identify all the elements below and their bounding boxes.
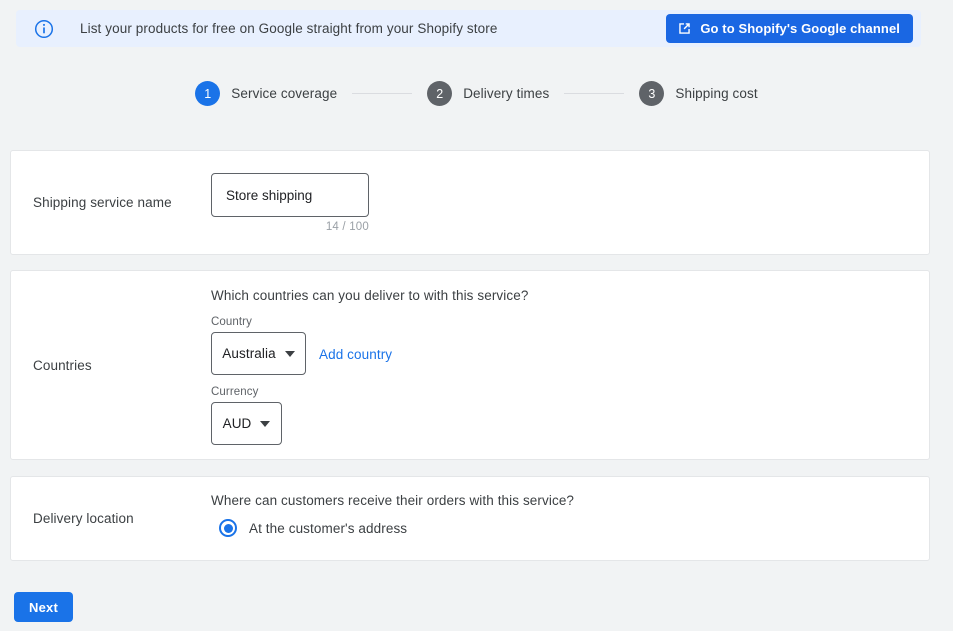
step-connector-1 (352, 93, 413, 94)
currency-field-label: Currency (211, 386, 259, 398)
go-to-shopify-google-channel-label: Go to Shopify's Google channel (700, 21, 900, 36)
currency-select[interactable]: AUD (211, 402, 282, 445)
shipping-service-name-label: Shipping service name (33, 195, 172, 210)
step-3-number: 3 (639, 81, 665, 106)
info-circle-icon (34, 19, 54, 39)
step-shipping-cost[interactable]: 3 Shipping cost (639, 81, 758, 106)
delivery-location-card: Delivery location Where can customers re… (10, 476, 930, 561)
promo-banner-text: List your products for free on Google st… (80, 21, 498, 36)
radio-at-customers-address[interactable] (219, 519, 237, 537)
step-service-coverage[interactable]: 1 Service coverage (195, 81, 337, 106)
step-1-label: Service coverage (231, 86, 338, 101)
step-1-number: 1 (195, 81, 221, 106)
chevron-down-icon (260, 420, 271, 427)
step-3-label: Shipping cost (675, 86, 758, 101)
country-select-value: Australia (222, 346, 276, 361)
radio-selected-dot (223, 523, 233, 533)
step-delivery-times[interactable]: 2 Delivery times (427, 81, 549, 106)
delivery-location-option[interactable]: At the customer's address (219, 519, 407, 537)
country-field-label: Country (211, 316, 252, 328)
next-button[interactable]: Next (14, 592, 73, 622)
delivery-location-label: Delivery location (33, 511, 134, 526)
chevron-down-icon (284, 350, 295, 357)
promo-banner: List your products for free on Google st… (16, 10, 921, 47)
shipping-service-name-input[interactable] (211, 173, 369, 217)
setup-stepper: 1 Service coverage 2 Delivery times 3 Sh… (0, 81, 953, 106)
step-2-number: 2 (427, 81, 453, 106)
add-country-link[interactable]: Add country (319, 347, 392, 362)
radio-at-customers-address-label: At the customer's address (249, 520, 408, 536)
countries-label: Countries (33, 357, 92, 373)
character-counter: 14 / 100 (325, 221, 369, 233)
countries-card: Countries Which countries can you delive… (10, 270, 930, 460)
delivery-location-question: Where can customers receive their orders… (211, 493, 575, 508)
step-connector-2 (564, 93, 625, 94)
countries-question: Which countries can you deliver to with … (211, 288, 529, 303)
shipping-service-name-card: Shipping service name 14 / 100 (10, 150, 930, 255)
currency-select-value: AUD (222, 416, 252, 431)
open-in-new-icon (677, 21, 692, 36)
go-to-shopify-google-channel-button[interactable]: Go to Shopify's Google channel (666, 14, 913, 43)
step-2-label: Delivery times (463, 86, 550, 101)
country-select[interactable]: Australia (211, 332, 306, 375)
